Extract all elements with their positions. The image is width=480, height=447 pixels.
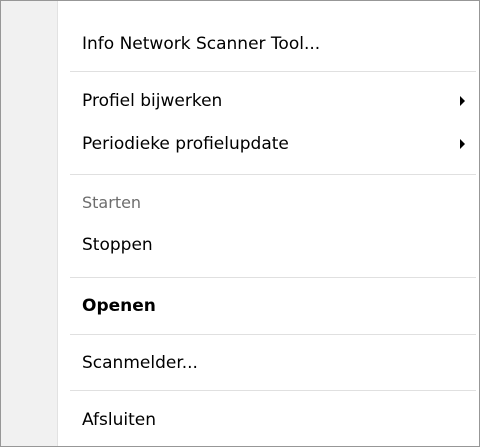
menu-separator <box>70 334 476 335</box>
menu-item-label: Stoppen <box>82 235 153 255</box>
menu-item-label: Starten <box>82 193 142 212</box>
menu-separator <box>70 71 476 72</box>
menu-item-label: Openen <box>82 296 156 316</box>
menu-item-label: Scanmelder... <box>82 353 198 373</box>
menu-item-profiel-bijwerken[interactable]: Profiel bijwerken <box>1 82 479 120</box>
menu-item-scanmelder[interactable]: Scanmelder... <box>1 344 479 382</box>
menu-separator <box>70 174 476 175</box>
menu-item-info[interactable]: Info Network Scanner Tool... <box>1 25 479 63</box>
submenu-arrow-icon <box>460 139 465 149</box>
menu-item-openen[interactable]: Openen <box>1 287 479 325</box>
menu-item-afsluiten[interactable]: Afsluiten <box>1 401 479 439</box>
menu-item-label: Info Network Scanner Tool... <box>82 34 321 54</box>
menu-separator <box>70 390 476 391</box>
menu-item-starten: Starten <box>1 184 479 222</box>
menu-item-stoppen[interactable]: Stoppen <box>1 226 479 264</box>
menu-separator <box>70 277 476 278</box>
menu-item-label: Profiel bijwerken <box>82 91 223 111</box>
menu-item-label: Periodieke profielupdate <box>82 134 289 154</box>
menu-item-label: Afsluiten <box>82 410 156 430</box>
menu-item-periodieke-profielupdate[interactable]: Periodieke profielupdate <box>1 125 479 163</box>
context-menu: Info Network Scanner Tool... Profiel bij… <box>0 0 480 447</box>
submenu-arrow-icon <box>460 96 465 106</box>
